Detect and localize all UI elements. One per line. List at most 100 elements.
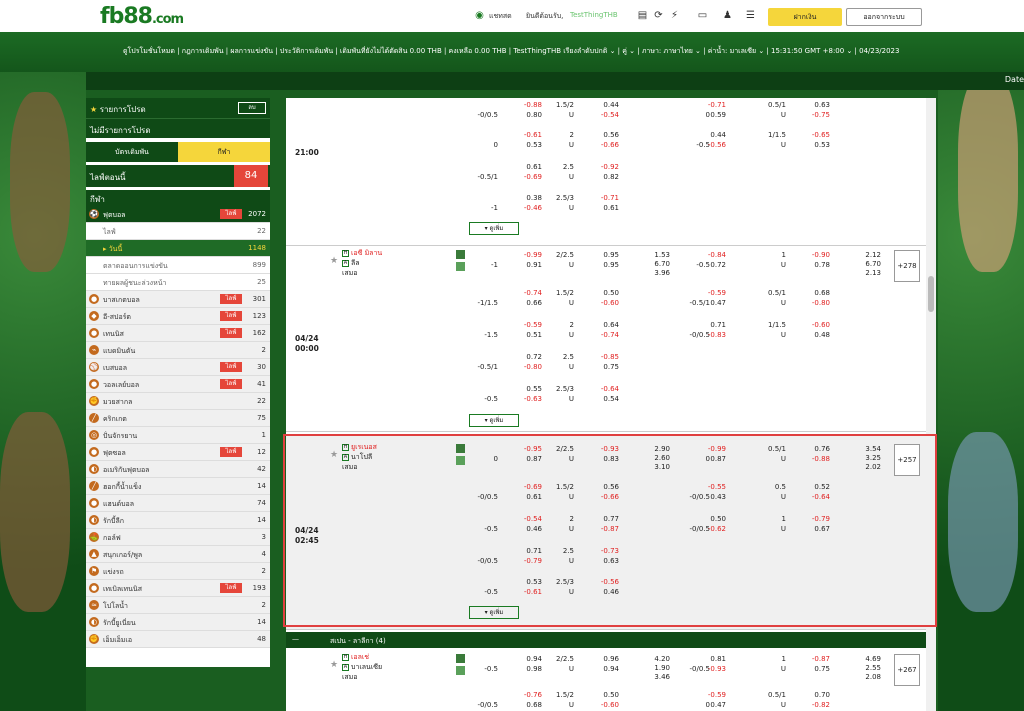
odds-over[interactable]: 0.95 — [589, 250, 619, 260]
live-now-item[interactable]: ไลฟ์ตอนนี้ 84 — [86, 165, 270, 187]
odds-fh-away[interactable]: 0.43 — [696, 492, 726, 502]
show-more-button[interactable]: ดูเพิ่ม — [469, 414, 519, 427]
odds-1x2-fh[interactable]: 2.02 — [851, 462, 881, 472]
live-tv-icon[interactable] — [456, 666, 465, 675]
odds-fh-away[interactable]: -0.83 — [696, 330, 726, 340]
odds-1x2[interactable]: 3.96 — [640, 268, 670, 278]
odds-1x2[interactable]: 3.10 — [640, 462, 670, 472]
odds-fh-over[interactable]: 0.70 — [800, 690, 830, 700]
odds-fh-away[interactable]: -0.62 — [696, 524, 726, 534]
odds-home[interactable]: 0.61 — [512, 162, 542, 172]
odds-fh-home[interactable]: -0.59 — [696, 690, 726, 700]
odds-fh-under[interactable]: 0.75 — [800, 664, 830, 674]
sidebar-item-sport[interactable]: ╱ ฮอกกี้น้ำแข็ง 14 — [86, 478, 270, 495]
more-markets-button[interactable]: +278 — [894, 250, 920, 282]
odds-fh-away[interactable]: -0.93 — [696, 664, 726, 674]
odds-under[interactable]: -0.66 — [589, 492, 619, 502]
odds-fh-under[interactable]: -0.64 — [800, 492, 830, 502]
sidebar-item-sport[interactable]: ≈ โปโลน้ำ 2 — [86, 597, 270, 614]
odds-home[interactable]: -0.61 — [512, 130, 542, 140]
sidebar-item-sport[interactable]: ╱ คริกเกต 75 — [86, 410, 270, 427]
odds-fh-away[interactable]: 0.47 — [696, 700, 726, 710]
sidebar-item-sport[interactable]: ตลาดออนการแข่งขัน 899 — [86, 257, 270, 274]
sidebar-item-sport[interactable]: ⚑ แข่งรถ 2 — [86, 563, 270, 580]
odds-away[interactable]: 0.68 — [512, 700, 542, 710]
odds-away[interactable]: -0.46 — [512, 203, 542, 213]
sidebar-item-sport[interactable]: ⚽ ฟุตบอล ไลฟ์ 2072 — [86, 206, 270, 223]
odds-fh-over[interactable]: 0.76 — [800, 444, 830, 454]
odds-fh-home[interactable]: -0.99 — [696, 444, 726, 454]
odds-over[interactable]: 0.96 — [589, 654, 619, 664]
sidebar-item-sport[interactable]: ◐ อเมริกันฟุตบอล 42 — [86, 461, 270, 478]
refresh-icon[interactable]: ⟳ — [652, 9, 665, 22]
odds-fh-over[interactable]: 0.52 — [800, 482, 830, 492]
odds-away[interactable]: -0.79 — [512, 556, 542, 566]
odds-over[interactable]: 0.77 — [589, 514, 619, 524]
odds-fh-under[interactable]: 0.48 — [800, 330, 830, 340]
odds-over[interactable]: -0.85 — [589, 352, 619, 362]
odds-home[interactable]: 0.38 — [512, 193, 542, 203]
odds-away[interactable]: 0.91 — [512, 260, 542, 270]
odds-fh-under[interactable]: 0.53 — [800, 140, 830, 150]
odds-home[interactable]: -0.74 — [512, 288, 542, 298]
odds-over[interactable]: 0.50 — [589, 288, 619, 298]
user-icon[interactable]: ♟ — [721, 9, 734, 22]
odds-fh-away[interactable]: 0.87 — [696, 454, 726, 464]
odds-home[interactable]: 0.71 — [512, 546, 542, 556]
odds-away[interactable]: 0.61 — [512, 492, 542, 502]
odds-fh-away[interactable]: 0.47 — [696, 298, 726, 308]
odds-fh-over[interactable]: -0.87 — [800, 654, 830, 664]
odds-fh-home[interactable]: 0.44 — [696, 130, 726, 140]
site-logo[interactable]: fb88.com — [100, 4, 184, 29]
odds-over[interactable]: -0.73 — [589, 546, 619, 556]
odds-home[interactable]: 0.72 — [512, 352, 542, 362]
odds-under[interactable]: -0.87 — [589, 524, 619, 534]
logout-button[interactable]: ออกจากระบบ — [846, 8, 922, 26]
odds-1x2-fh[interactable]: 2.08 — [851, 672, 881, 682]
odds-fh-over[interactable]: -0.90 — [800, 250, 830, 260]
odds-fh-over[interactable]: 0.68 — [800, 288, 830, 298]
scrollbar-thumb[interactable] — [928, 276, 934, 312]
more-markets-button[interactable]: +267 — [894, 654, 920, 686]
odds-over[interactable]: 0.56 — [589, 482, 619, 492]
odds-home[interactable]: -0.99 — [512, 250, 542, 260]
odds-under[interactable]: 0.83 — [589, 454, 619, 464]
odds-over[interactable]: -0.64 — [589, 384, 619, 394]
stats-icon[interactable] — [456, 654, 465, 663]
odds-under[interactable]: 0.94 — [589, 664, 619, 674]
odds-away[interactable]: -0.61 — [512, 587, 542, 597]
show-more-button[interactable]: ดูเพิ่ม — [469, 222, 519, 235]
sidebar-item-sport[interactable]: ⛳ กอล์ฟ 3 — [86, 529, 270, 546]
odds-under[interactable]: -0.54 — [589, 110, 619, 120]
odds-under[interactable]: 0.54 — [589, 394, 619, 404]
odds-fh-home[interactable]: 0.50 — [696, 514, 726, 524]
odds-fh-home[interactable]: -0.59 — [696, 288, 726, 298]
odds-over[interactable]: 0.56 — [589, 130, 619, 140]
odds-over[interactable]: -0.93 — [589, 444, 619, 454]
odds-under[interactable]: -0.66 — [589, 140, 619, 150]
nav-links[interactable]: ดูโปรโมชั่นโหมด | กฎการเดิมพัน | ผลการแข… — [123, 46, 899, 57]
odds-fh-under[interactable]: -0.80 — [800, 298, 830, 308]
odds-fh-under[interactable]: -0.82 — [800, 700, 830, 710]
odds-fh-away[interactable]: 0.72 — [696, 260, 726, 270]
odds-under[interactable]: 0.82 — [589, 172, 619, 182]
odds-away[interactable]: 0.98 — [512, 664, 542, 674]
odds-home[interactable]: 0.94 — [512, 654, 542, 664]
live-tv-icon[interactable] — [456, 262, 465, 271]
odds-fh-over[interactable]: 0.63 — [800, 100, 830, 110]
odds-under[interactable]: 0.63 — [589, 556, 619, 566]
stats-icon[interactable] — [456, 444, 465, 453]
collapse-icon[interactable]: — — [292, 635, 299, 643]
sidebar-item-sport[interactable]: ◐ รักบี้ยูเนี่ยน 14 — [86, 614, 270, 631]
odds-home[interactable]: -0.88 — [512, 100, 542, 110]
odds-fh-under[interactable]: 0.67 — [800, 524, 830, 534]
odds-over[interactable]: -0.92 — [589, 162, 619, 172]
flash-icon[interactable]: ⚡ — [668, 9, 681, 22]
odds-fh-home[interactable]: 0.71 — [696, 320, 726, 330]
odds-away[interactable]: 0.80 — [512, 110, 542, 120]
odds-over[interactable]: -0.56 — [589, 577, 619, 587]
deposit-button[interactable]: ฝากเงิน — [768, 8, 842, 26]
odds-1x2-fh[interactable]: 2.13 — [851, 268, 881, 278]
odds-under[interactable]: 0.61 — [589, 203, 619, 213]
odds-fh-home[interactable]: -0.84 — [696, 250, 726, 260]
